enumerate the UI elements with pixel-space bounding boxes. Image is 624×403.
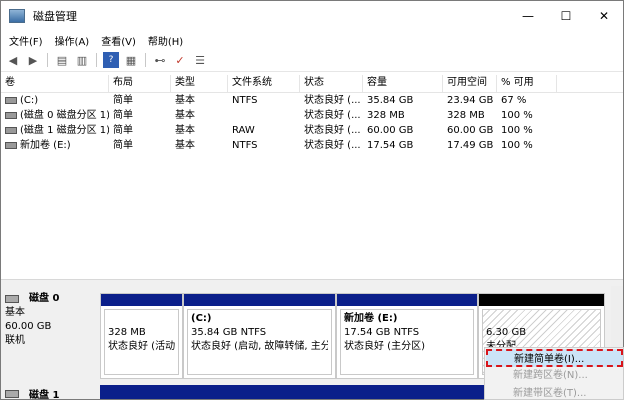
type-cell: 基本 <box>175 110 195 121</box>
volume-name: (磁盘 0 磁盘分区 1) <box>20 110 109 121</box>
volume-icon <box>5 111 17 119</box>
status-cell: 状态良好 (... <box>304 125 361 136</box>
free-space-cell: 60.00 GB <box>447 125 494 136</box>
disk-management-window: 磁盘管理 — ☐ ✕ 文件(F) 操作(A) 查看(V) 帮助(H) ◀ ▶ ▤… <box>0 0 624 400</box>
col-free-space[interactable]: 可用空间 <box>443 75 497 92</box>
new-striped-volume-menu-item[interactable]: 新建带区卷(T)... <box>485 385 623 403</box>
disk-management-app-icon <box>9 9 25 23</box>
capacity-cell: 17.54 GB <box>367 140 414 151</box>
table-row[interactable]: (磁盘 1 磁盘分区 1) 简单 基本 RAW 状态良好 (... 60.00 … <box>1 123 623 138</box>
list-icon[interactable]: ☰ <box>192 52 208 68</box>
disk-icon <box>5 295 19 303</box>
volume-name: (磁盘 1 磁盘分区 1) <box>20 125 109 136</box>
window-title: 磁盘管理 <box>33 10 77 23</box>
col-status[interactable]: 状态 <box>300 75 363 92</box>
col-type[interactable]: 类型 <box>171 75 228 92</box>
col-volume[interactable]: 卷 <box>1 75 109 92</box>
help-icon[interactable]: ? <box>103 52 119 68</box>
menu-bar: 文件(F) 操作(A) 查看(V) 帮助(H) <box>1 31 623 49</box>
back-icon[interactable]: ◀ <box>5 52 21 68</box>
status-cell: 状态良好 (... <box>304 95 361 106</box>
free-space-cell: 17.49 GB <box>447 140 494 151</box>
capacity-cell: 35.84 GB <box>367 95 414 106</box>
col-layout[interactable]: 布局 <box>109 75 171 92</box>
percent-free-cell: 100 % <box>501 125 533 136</box>
partition-status: 状态良好 (启动, 故障转储, 主分 <box>191 341 328 352</box>
volume-list: 卷 布局 类型 文件系统 状态 容量 可用空间 % 可用 (C:) 简单 基本 … <box>1 75 623 153</box>
new-simple-volume-menu-item[interactable]: 新建简单卷(I)... <box>486 349 623 367</box>
filesystem-cell: NTFS <box>232 140 258 151</box>
table-row[interactable]: 新加卷 (E:) 简单 基本 NTFS 状态良好 (... 17.54 GB 1… <box>1 138 623 153</box>
disk-1-name: 磁盘 1 <box>29 390 60 400</box>
layout-cell: 简单 <box>113 95 133 106</box>
capacity-cell: 328 MB <box>367 110 405 121</box>
toolbar: ◀ ▶ ▤ ▥ ? ▦ ⊷ ✓ ☰ <box>1 49 623 72</box>
partition-system-reserved[interactable]: 328 MB 状态良好 (活动, <box>100 293 183 379</box>
type-cell: 基本 <box>175 125 195 136</box>
layout-cell: 简单 <box>113 140 133 151</box>
status-cell: 状态良好 (... <box>304 140 361 151</box>
disk-0-size: 60.00 GB <box>5 321 52 332</box>
menu-view[interactable]: 查看(V) <box>95 33 142 48</box>
partition-size: 328 MB <box>108 327 146 338</box>
partition-title: 新加卷 (E:) <box>344 313 398 324</box>
filesystem-cell: NTFS <box>232 95 258 106</box>
volume-icon <box>5 141 17 149</box>
layout-cell: 简单 <box>113 125 133 136</box>
forward-icon[interactable]: ▶ <box>25 52 41 68</box>
volume-icon <box>5 96 17 104</box>
menu-action[interactable]: 操作(A) <box>49 33 96 48</box>
partition-size: 35.84 GB NTFS <box>191 327 267 338</box>
table-row[interactable]: (C:) 简单 基本 NTFS 状态良好 (... 35.84 GB 23.94… <box>1 93 623 108</box>
console-tree-icon[interactable]: ▥ <box>74 52 90 68</box>
percent-free-cell: 67 % <box>501 95 527 106</box>
type-cell: 基本 <box>175 140 195 151</box>
disk-0-name: 磁盘 0 <box>29 293 60 304</box>
partition-size: 17.54 GB NTFS <box>344 327 420 338</box>
maximize-button[interactable]: ☐ <box>547 1 585 31</box>
disk-icon <box>5 389 19 398</box>
disk-0-status: 联机 <box>5 335 25 346</box>
partition-title: (C:) <box>191 313 212 324</box>
volume-name: (C:) <box>20 95 39 106</box>
menu-file[interactable]: 文件(F) <box>3 33 49 48</box>
disk-1-label[interactable]: 磁盘 1 <box>5 386 60 400</box>
minimize-button[interactable]: — <box>509 1 547 31</box>
type-cell: 基本 <box>175 95 195 106</box>
new-spanned-volume-menu-item[interactable]: 新建跨区卷(N)... <box>485 367 623 385</box>
free-space-cell: 23.94 GB <box>447 95 494 106</box>
partition-c[interactable]: (C:) 35.84 GB NTFS 状态良好 (启动, 故障转储, 主分 <box>183 293 336 379</box>
rescan-icon[interactable]: ⊷ <box>152 52 168 68</box>
partition-status: 状态良好 (主分区) <box>344 341 425 352</box>
col-filesystem[interactable]: 文件系统 <box>228 75 300 92</box>
capacity-cell: 60.00 GB <box>367 125 414 136</box>
table-row[interactable]: (磁盘 0 磁盘分区 1) 简单 基本 状态良好 (... 328 MB 328… <box>1 108 623 123</box>
partition-status: 状态良好 (活动, <box>108 341 175 352</box>
status-cell: 状态良好 (... <box>304 110 361 121</box>
partition-title <box>108 312 175 326</box>
filesystem-cell: RAW <box>232 125 255 136</box>
filesystem-cell <box>228 108 300 123</box>
volume-name: 新加卷 (E:) <box>20 140 71 151</box>
partition-title <box>486 312 597 326</box>
disk-0-type: 基本 <box>5 307 25 318</box>
close-button[interactable]: ✕ <box>585 1 623 31</box>
menu-help[interactable]: 帮助(H) <box>142 33 189 48</box>
col-capacity[interactable]: 容量 <box>363 75 443 92</box>
percent-free-cell: 100 % <box>501 110 533 121</box>
partition-e[interactable]: 新加卷 (E:) 17.54 GB NTFS 状态良好 (主分区) <box>336 293 478 379</box>
percent-free-cell: 100 % <box>501 140 533 151</box>
check-icon[interactable]: ✓ <box>172 52 188 68</box>
title-bar: 磁盘管理 — ☐ ✕ <box>1 1 623 31</box>
layout-cell: 简单 <box>113 110 133 121</box>
context-menu: 新建简单卷(I)... 新建跨区卷(N)... 新建带区卷(T)... <box>484 347 624 400</box>
properties-icon[interactable]: ▤ <box>54 52 70 68</box>
disk-0-label[interactable]: 磁盘 0 基本 60.00 GB 联机 <box>5 292 97 376</box>
col-percent-free[interactable]: % 可用 <box>497 75 557 92</box>
partition-size: 6.30 GB <box>486 327 527 338</box>
volume-list-header: 卷 布局 类型 文件系统 状态 容量 可用空间 % 可用 <box>1 75 623 93</box>
export-list-icon[interactable]: ▦ <box>123 52 139 68</box>
volume-icon <box>5 126 17 134</box>
free-space-cell: 328 MB <box>447 110 485 121</box>
